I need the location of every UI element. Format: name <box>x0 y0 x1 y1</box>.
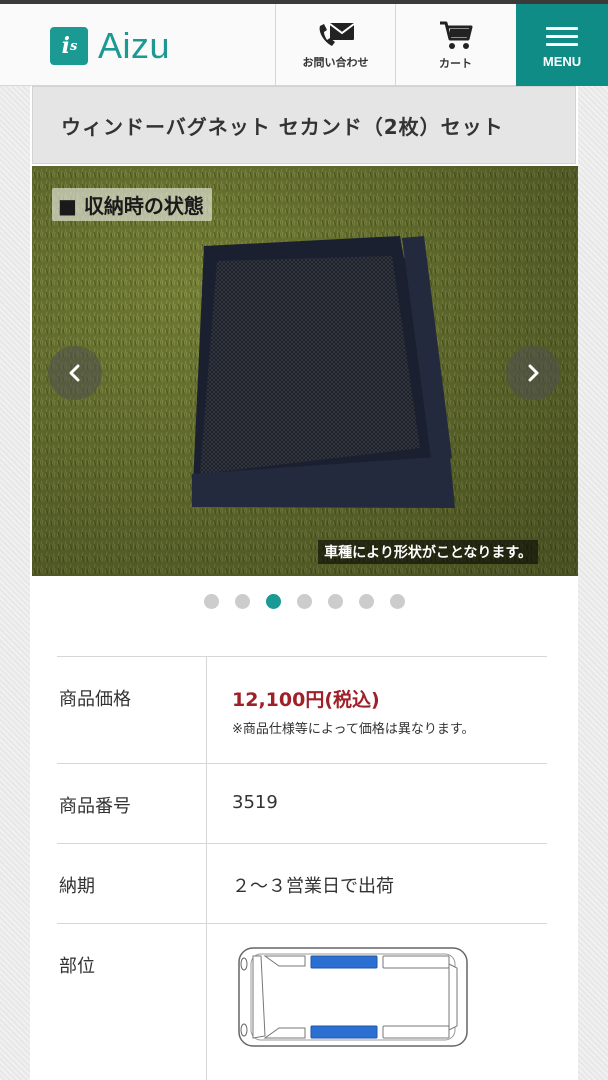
slider-dot[interactable] <box>296 594 312 609</box>
logo-text: Aizu <box>98 25 171 66</box>
image-slider[interactable]: ■ 収納時の状態 車種により形状がことなります。 <box>32 166 578 576</box>
hamburger-icon <box>546 22 578 51</box>
menu-button[interactable]: MENU <box>516 4 608 86</box>
spec-row-number: 商品番号 3519 <box>57 764 547 844</box>
contact-label: お問い合わせ <box>302 56 369 69</box>
spec-value: 12,100円(税込) ※商品仕様等によって価格は異なります。 <box>207 657 547 763</box>
product-title: ウィンドーバグネット セカンド（2枚）セット <box>61 114 504 139</box>
slide-overlay-label: ■ 収納時の状態 <box>52 188 212 221</box>
price-note: ※商品仕様等によって価格は異なります。 <box>232 722 475 737</box>
product-title-bar: ウィンドーバグネット セカンド（2枚）セット <box>32 86 576 164</box>
delivery-value: ２～３営業日で出荷 <box>232 876 394 897</box>
car-position-diagram <box>238 947 468 1047</box>
slide-caption: 車種により形状がことなります。 <box>318 540 538 564</box>
slider-dot[interactable] <box>358 594 374 609</box>
logo-mark-sub: s <box>70 38 77 54</box>
spec-row-price: 商品価格 12,100円(税込) ※商品仕様等によって価格は異なります。 <box>57 657 547 764</box>
spec-key: 商品番号 <box>57 764 207 843</box>
site-header: is Aizu お問い合わせ カート MENU <box>0 4 608 86</box>
slider-pagination <box>30 594 578 609</box>
position-diagram-cell <box>207 924 547 1080</box>
slider-dot[interactable] <box>327 594 343 609</box>
slider-dot[interactable] <box>389 594 405 609</box>
slider-prev-button[interactable] <box>48 346 102 400</box>
spec-table: 商品価格 12,100円(税込) ※商品仕様等によって価格は異なります。 商品番… <box>57 656 547 1080</box>
product-number: 3519 <box>232 792 278 813</box>
phone-mail-icon <box>319 23 355 46</box>
logo-mark-icon: is <box>50 27 88 65</box>
product-photo <box>32 166 578 576</box>
cart-label: カート <box>439 57 472 70</box>
slider-dot-active[interactable] <box>265 594 281 609</box>
logo-mark-letter: i <box>61 33 70 59</box>
spec-row-delivery: 納期 ２～３営業日で出荷 <box>57 844 547 924</box>
spec-key: 部位 <box>57 924 207 1080</box>
chevron-left-icon <box>69 364 80 382</box>
spec-key: 納期 <box>57 844 207 923</box>
cart-icon <box>439 21 472 49</box>
slider-dot[interactable] <box>234 594 250 609</box>
price-value: 12,100円(税込) <box>232 689 380 711</box>
product-card: ウィンドーバグネット セカンド（2枚）セット ■ 収納時の状態 車種により形状が… <box>30 86 578 1080</box>
chevron-right-icon <box>528 364 539 382</box>
spec-row-position: 部位 <box>57 924 547 1080</box>
cart-button[interactable]: カート <box>395 4 515 86</box>
spec-key: 商品価格 <box>57 657 207 763</box>
slider-next-button[interactable] <box>506 346 560 400</box>
slider-dot[interactable] <box>203 594 219 609</box>
site-logo[interactable]: is Aizu <box>50 26 170 66</box>
menu-label: MENU <box>542 53 582 69</box>
contact-button[interactable]: お問い合わせ <box>275 4 395 86</box>
